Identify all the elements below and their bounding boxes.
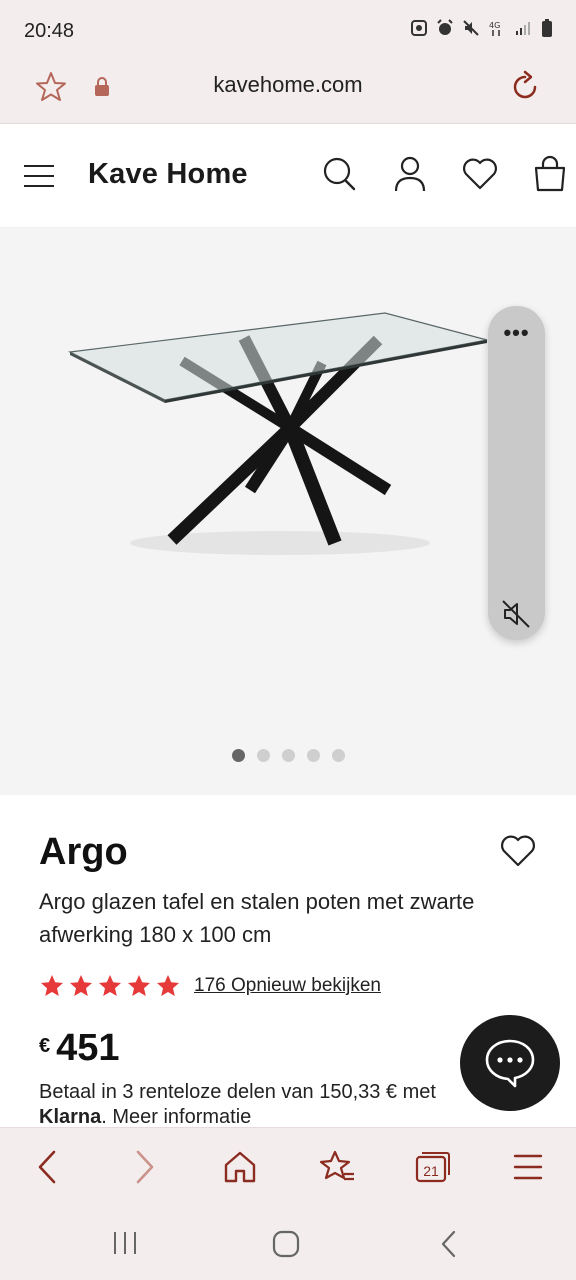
search-icon[interactable]	[320, 154, 358, 199]
gallery-dot[interactable]	[281, 749, 295, 762]
product-description: Argo glazen tafel en stalen poten met zw…	[39, 889, 475, 947]
mute-icon[interactable]	[500, 598, 532, 635]
network-4g-icon: 4G	[489, 21, 500, 36]
klarna-brand: Klarna	[39, 1106, 102, 1128]
recycle-notification-icon	[411, 20, 427, 36]
more-options-icon[interactable]: •••	[488, 320, 545, 346]
gallery-dot[interactable]	[331, 749, 345, 762]
account-icon[interactable]	[392, 154, 428, 199]
url-field[interactable]: kavehome.com	[0, 72, 576, 98]
product-rating[interactable]: 176 Opnieuw bekijken	[39, 973, 381, 999]
mute-status-icon	[463, 20, 479, 36]
klarna-info[interactable]: Betaal in 3 renteloze delen van 150,33 €…	[39, 1080, 509, 1130]
site-logo[interactable]: Kave Home	[88, 158, 248, 191]
price-currency: €	[39, 1035, 51, 1057]
star-icon	[99, 975, 121, 996]
price-amount: 451	[56, 1027, 120, 1069]
alarm-icon	[437, 19, 453, 35]
reload-icon[interactable]	[508, 70, 542, 109]
site-header: Kave Home	[0, 124, 576, 228]
gallery-dot[interactable]	[231, 749, 245, 762]
status-time: 20:48	[24, 20, 75, 42]
gallery-pagination	[0, 749, 576, 762]
product-price: € 451	[39, 1027, 120, 1070]
forward-arrow-icon[interactable]	[128, 1148, 162, 1191]
bookmarks-star-icon[interactable]	[318, 1148, 356, 1191]
product-favorite-heart-icon[interactable]	[499, 833, 537, 874]
gallery-dot[interactable]	[306, 749, 320, 762]
star-icon	[128, 975, 150, 996]
star-icon	[41, 975, 63, 996]
tabs-icon[interactable]: 21	[414, 1148, 452, 1191]
chat-button[interactable]	[460, 1015, 560, 1111]
home-button-icon[interactable]	[270, 1229, 302, 1264]
back-arrow-icon[interactable]	[30, 1148, 64, 1191]
home-icon[interactable]	[222, 1148, 258, 1191]
browser-menu-icon[interactable]	[512, 1148, 544, 1191]
android-nav-bar	[0, 1207, 576, 1280]
system-back-icon[interactable]	[434, 1229, 464, 1264]
browser-toolbar: 21	[0, 1127, 576, 1207]
status-bar: 20:48 4G	[0, 0, 576, 60]
wishlist-heart-icon[interactable]	[460, 154, 500, 199]
star-icon	[157, 975, 179, 996]
star-icon	[70, 975, 92, 996]
product-title: Argo	[39, 831, 128, 873]
media-control-pill[interactable]: •••	[488, 306, 545, 640]
battery-icon	[542, 19, 552, 37]
status-icons: 4G	[410, 18, 554, 38]
gallery-dot[interactable]	[256, 749, 270, 762]
menu-icon[interactable]	[22, 162, 56, 195]
tabs-count: 21	[423, 1163, 439, 1179]
chat-bubble-icon	[485, 1039, 535, 1088]
recent-apps-icon[interactable]	[110, 1229, 140, 1262]
svg-text:4G: 4G	[489, 21, 500, 30]
klarna-more-info[interactable]: . Meer informatie	[101, 1106, 251, 1128]
klarna-text: Betaal in 3 renteloze delen van 150,33 €…	[39, 1081, 436, 1103]
signal-icon	[516, 22, 530, 35]
cart-bag-icon[interactable]	[532, 154, 568, 199]
browser-url-bar: kavehome.com	[0, 60, 576, 124]
reviews-link[interactable]: 176 Opnieuw bekijken	[194, 975, 381, 997]
rating-stars	[39, 973, 181, 999]
